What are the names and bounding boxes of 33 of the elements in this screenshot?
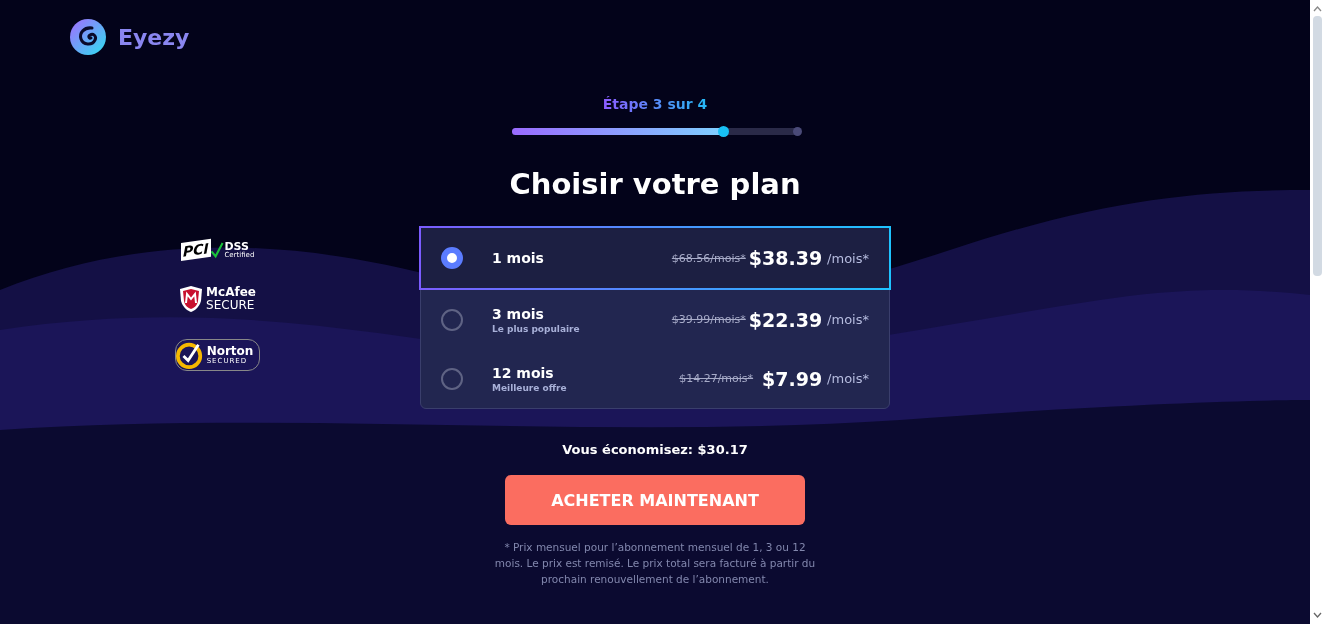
plan-option[interactable]: 3 mois Le plus populaire $39.99/mois*$22.39 /mois* xyxy=(421,290,889,349)
scroll-thumb[interactable] xyxy=(1313,16,1322,276)
brand-name[interactable]: Eyezy xyxy=(118,24,190,50)
plan-price: $38.39 xyxy=(748,247,823,269)
savings-text: Vous économisez: $30.17 xyxy=(562,442,748,457)
radio-button[interactable] xyxy=(441,308,463,331)
plan-note: Le plus populaire xyxy=(492,323,581,334)
plan-price: $7.99 xyxy=(761,367,823,390)
footnote-text: * Prix mensuel pour l’abonnement mensuel de 1, 3 ou 12 mois. Le prix est remisé. Le prix total sera facturé à partir du prochain renouvellement de l’abonnement. xyxy=(493,540,817,587)
old-price: $14.27/mois* xyxy=(679,372,754,385)
price-unit: /mois* xyxy=(827,312,869,327)
progress-knob[interactable] xyxy=(717,126,729,137)
price-unit: /mois* xyxy=(827,371,869,386)
scroll-down-icon[interactable] xyxy=(1313,612,1322,618)
plan-option[interactable]: 1 mois $68.56/mois*$38.39 /mois* xyxy=(419,226,891,290)
plan-option[interactable]: 12 mois Meilleure offre $14.27/mois* $7.99 /mois* xyxy=(421,349,889,408)
step-label: Étape 3 sur 4 xyxy=(602,96,708,112)
plan-name: 1 mois xyxy=(492,250,545,266)
page-title: Choisir votre plan xyxy=(509,167,801,201)
radio-button[interactable] xyxy=(441,367,463,390)
price-unit: /mois* xyxy=(827,250,869,266)
mcafee-secure-badge: McAfee SECURE xyxy=(179,285,256,313)
plan-price: $22.39 xyxy=(748,308,823,331)
scroll-up-icon[interactable] xyxy=(1313,6,1322,12)
scrollbar[interactable] xyxy=(1310,0,1325,624)
progress-end-dot xyxy=(792,127,802,136)
logo-icon[interactable] xyxy=(70,19,106,55)
old-price: $68.56/mois* xyxy=(671,251,746,265)
radio-button[interactable] xyxy=(441,247,463,269)
old-price: $39.99/mois* xyxy=(671,313,746,326)
plan-name: 12 mois xyxy=(492,364,555,381)
plan-note: Meilleure offre xyxy=(492,382,568,393)
plan-name: 3 mois xyxy=(492,305,545,322)
